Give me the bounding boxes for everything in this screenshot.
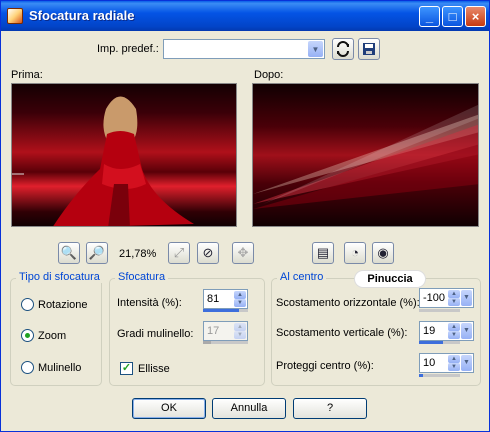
spin-up-icon[interactable]: ▲ bbox=[448, 290, 460, 298]
h-offset-slider[interactable] bbox=[419, 309, 460, 312]
pan-button[interactable]: ✥ bbox=[232, 242, 254, 264]
save-preset-button[interactable] bbox=[358, 38, 380, 60]
twist-spinner: 17 ▲ ▼ bbox=[203, 321, 248, 341]
minimize-icon: _ bbox=[425, 9, 434, 24]
v-offset-label: Scostamento verticale (%): bbox=[276, 327, 408, 339]
before-label: Prima: bbox=[11, 69, 43, 81]
twist-slider bbox=[203, 341, 248, 344]
twist-value: 17 bbox=[207, 325, 220, 337]
intensity-slider[interactable] bbox=[203, 309, 248, 312]
zoom-reset-button[interactable]: ⊘ bbox=[197, 242, 219, 264]
eye-button[interactable]: ◉ bbox=[372, 242, 394, 264]
after-label: Dopo: bbox=[254, 69, 284, 81]
pan-icon: ✥ bbox=[237, 245, 249, 260]
radio-zoom-label: Zoom bbox=[38, 330, 67, 342]
dropdown-arrow-icon[interactable]: ▼ bbox=[461, 290, 472, 306]
ellipse-checkbox[interactable]: ✓ bbox=[120, 362, 133, 375]
center-group-title: Al centro bbox=[277, 271, 327, 283]
intensity-label: Intensità (%): bbox=[117, 297, 182, 309]
ok-button[interactable]: OK bbox=[132, 398, 206, 419]
twist-slider-fill bbox=[203, 341, 211, 344]
h-offset-spinner[interactable]: -100 ▲ ▼ ▼ bbox=[419, 288, 474, 308]
title-bar[interactable]: Sfocatura radiale _ □ × bbox=[1, 1, 489, 31]
before-preview-image bbox=[12, 96, 194, 226]
protect-center-spinner[interactable]: 10 ▲ ▼ ▼ bbox=[419, 353, 474, 373]
zoom-reset-icon: ⊘ bbox=[202, 245, 214, 260]
v-offset-spinner[interactable]: 19 ▲ ▼ ▼ bbox=[419, 321, 474, 341]
dropdown-arrow-icon[interactable]: ▼ bbox=[461, 323, 472, 339]
preview-toggle-icon: ▤ bbox=[316, 245, 330, 260]
spin-down-icon[interactable]: ▼ bbox=[448, 331, 460, 339]
after-preview-image bbox=[253, 104, 478, 209]
protect-center-label: Proteggi centro (%): bbox=[276, 360, 374, 372]
blur-group-title: Sfocatura bbox=[115, 271, 169, 283]
radio-rotation[interactable] bbox=[21, 298, 34, 311]
cancel-button[interactable]: Annulla bbox=[212, 398, 286, 419]
radio-rotation-label: Rotazione bbox=[38, 299, 88, 311]
before-preview[interactable] bbox=[11, 83, 237, 227]
zoom-in-button[interactable]: 🔎 bbox=[86, 242, 108, 264]
spin-down-icon[interactable]: ▼ bbox=[448, 298, 460, 306]
after-preview[interactable] bbox=[252, 83, 479, 227]
intensity-slider-fill bbox=[203, 309, 239, 312]
close-button[interactable]: × bbox=[465, 6, 486, 27]
radio-twirl-label: Mulinello bbox=[38, 362, 82, 374]
preview-toggle-button[interactable]: ▤ bbox=[312, 242, 334, 264]
maximize-icon: □ bbox=[448, 9, 457, 24]
eye-icon: ◉ bbox=[377, 245, 389, 260]
spin-down-icon[interactable]: ▼ bbox=[234, 299, 246, 307]
zoom-out-button[interactable]: 🔍 bbox=[58, 242, 80, 264]
close-icon: × bbox=[471, 9, 480, 24]
fit-icon: ⤢ bbox=[173, 245, 185, 260]
load-preset-icon bbox=[337, 41, 349, 57]
proof-icon: ◔ bbox=[351, 245, 359, 260]
protect-center-slider-fill bbox=[419, 374, 423, 377]
intensity-spinner[interactable]: 81 ▲ ▼ bbox=[203, 289, 248, 309]
spin-up-icon[interactable]: ▲ bbox=[448, 355, 460, 363]
fit-button[interactable]: ⤢ bbox=[168, 242, 190, 264]
save-preset-icon bbox=[363, 43, 375, 55]
zoom-out-icon: 🔍 bbox=[60, 245, 78, 260]
load-preset-button[interactable] bbox=[332, 38, 354, 60]
ellipse-label: Ellisse bbox=[138, 363, 170, 375]
window-title: Sfocatura radiale bbox=[29, 8, 135, 23]
preset-label: Imp. predef.: bbox=[97, 43, 159, 55]
v-offset-value: 19 bbox=[423, 325, 436, 337]
zoom-level: 21,78% bbox=[119, 248, 157, 260]
spin-down-icon[interactable]: ▼ bbox=[448, 363, 460, 371]
twist-label: Gradi mulinello: bbox=[117, 328, 194, 340]
intensity-value: 81 bbox=[207, 293, 220, 305]
h-offset-label: Scostamento orizzontale (%): bbox=[276, 297, 420, 309]
chevron-down-icon: ▼ bbox=[308, 41, 323, 57]
proof-button[interactable]: ◔ bbox=[344, 242, 366, 264]
spin-up-icon[interactable]: ▲ bbox=[448, 323, 460, 331]
v-offset-slider[interactable] bbox=[419, 341, 460, 344]
dropdown-arrow-icon[interactable]: ▼ bbox=[461, 355, 472, 371]
v-offset-slider-fill bbox=[419, 341, 443, 344]
preset-dropdown[interactable]: ▼ bbox=[163, 39, 325, 59]
blur-type-title: Tipo di sfocatura bbox=[16, 271, 103, 283]
h-offset-value: -100 bbox=[423, 292, 446, 304]
app-icon bbox=[7, 8, 23, 24]
protect-center-value: 10 bbox=[423, 357, 436, 369]
spin-down-icon: ▼ bbox=[234, 331, 246, 339]
spin-up-icon: ▲ bbox=[234, 323, 246, 331]
protect-center-slider[interactable] bbox=[419, 374, 460, 377]
minimize-button[interactable]: _ bbox=[419, 6, 440, 27]
spin-up-icon[interactable]: ▲ bbox=[234, 291, 246, 299]
watermark-badge: Pinuccia bbox=[355, 271, 425, 287]
help-button[interactable]: ? bbox=[293, 398, 367, 419]
dialog-window: Sfocatura radiale _ □ × Imp. predef.: ▼ … bbox=[0, 0, 490, 432]
radio-twirl[interactable] bbox=[21, 361, 34, 374]
zoom-in-icon: 🔎 bbox=[88, 245, 106, 260]
radio-zoom[interactable] bbox=[21, 329, 34, 342]
maximize-button[interactable]: □ bbox=[442, 6, 463, 27]
